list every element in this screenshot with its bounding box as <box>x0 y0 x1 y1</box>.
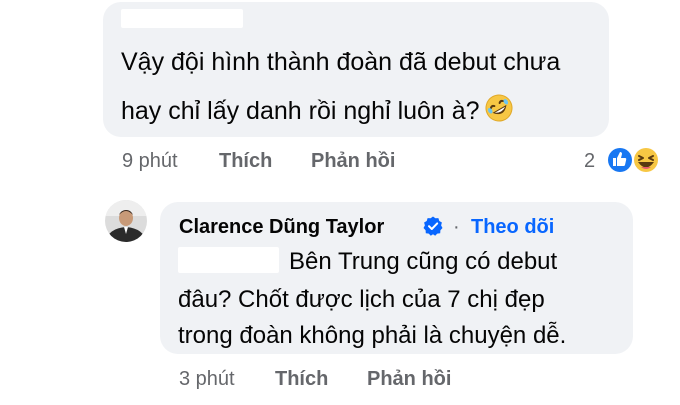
like-button[interactable]: Thích <box>219 149 272 173</box>
avatar[interactable] <box>105 200 147 242</box>
like-button[interactable]: Thích <box>275 367 328 391</box>
comment-text-line-content: hay chỉ lấy danh rồi nghỉ luôn à? <box>121 97 480 125</box>
reaction-summary[interactable] <box>603 145 663 175</box>
reply-button[interactable]: Phản hồi <box>311 149 395 173</box>
reply-button[interactable]: Phản hồi <box>367 367 451 391</box>
reaction-count[interactable]: 2 <box>584 149 595 173</box>
verified-badge-icon <box>423 216 443 236</box>
like-reaction-icon <box>606 146 634 174</box>
author-name[interactable]: Clarence Dũng Taylor <box>179 215 384 239</box>
redacted-author-name <box>121 9 243 28</box>
reply-comment-bubble: Clarence Dũng Taylor · Theo dõi Bên Trun… <box>160 202 633 354</box>
separator-dot: · <box>453 216 460 238</box>
comment-text-line: hay chỉ lấy danh rồi nghỉ luôn à? <box>121 93 514 130</box>
comment-text-line: trong đoàn không phải là chuyện dễ. <box>178 322 567 349</box>
haha-reaction-icon <box>632 146 660 174</box>
comment-text-line: Bên Trung cũng có debut <box>289 248 558 275</box>
comment-text-line: đâu? Chốt được lịch của 7 chị đẹp <box>178 286 545 313</box>
comment-timestamp[interactable]: 3 phút <box>179 367 235 391</box>
comment-text-line: Vậy đội hình thành đoàn đã debut chưa <box>121 48 561 76</box>
rolling-on-floor-laughing-emoji-icon <box>484 93 514 130</box>
comment-bubble: Vậy đội hình thành đoàn đã debut chưa ha… <box>103 2 609 137</box>
follow-button[interactable]: Theo dõi <box>471 215 554 239</box>
comment-timestamp[interactable]: 9 phút <box>122 149 178 173</box>
redacted-mention <box>178 247 279 273</box>
